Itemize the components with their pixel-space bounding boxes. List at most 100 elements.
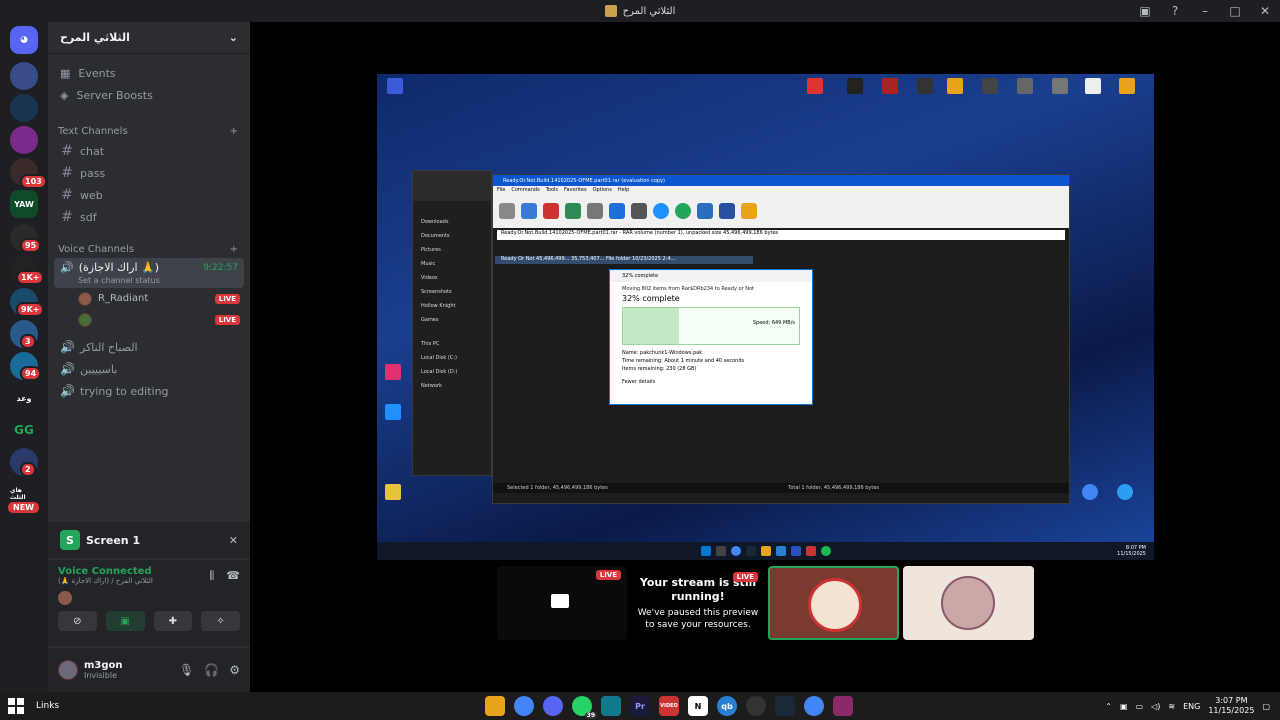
add-icon[interactable]: [499, 203, 515, 219]
file-explorer-icon[interactable]: [485, 696, 505, 716]
close-button[interactable]: ✕: [1250, 4, 1280, 18]
steam-icon[interactable]: [775, 696, 795, 716]
discord-icon[interactable]: [543, 696, 563, 716]
qbittorrent-icon[interactable]: qb: [717, 696, 737, 716]
nav-events[interactable]: ▦ Events: [48, 62, 250, 84]
avatar[interactable]: [58, 660, 78, 680]
help-icon[interactable]: ?: [1160, 4, 1190, 18]
voice-channel[interactable]: 🔊 باسيييين: [54, 358, 244, 380]
whatsapp-icon[interactable]: 39: [572, 696, 597, 719]
chrome-icon[interactable]: [804, 696, 824, 716]
explorer-item[interactable]: Network: [413, 379, 491, 393]
shared-screen[interactable]: Downloads Documents Pictures Music Video…: [377, 74, 1154, 560]
gear-icon[interactable]: ⚙: [229, 663, 240, 677]
soundboard-button[interactable]: ✧: [201, 611, 240, 631]
info-icon[interactable]: [653, 203, 669, 219]
app-icon[interactable]: [601, 696, 621, 716]
tray-app-icon[interactable]: ▣: [1120, 702, 1128, 711]
microphone-icon[interactable]: 🎙: [179, 663, 194, 677]
channel-web[interactable]: # web: [54, 184, 244, 206]
server-icon[interactable]: [10, 126, 38, 154]
network-icon[interactable]: ▭: [1136, 702, 1144, 711]
explorer-item[interactable]: Games: [413, 313, 491, 327]
minimize-button[interactable]: –: [1190, 4, 1220, 18]
maximize-button[interactable]: □: [1220, 4, 1250, 18]
inbox-icon[interactable]: ▣: [1130, 4, 1160, 18]
notion-icon[interactable]: N: [688, 696, 708, 716]
explorer-item[interactable]: Documents: [413, 229, 491, 243]
fewer-details-link[interactable]: Fewer details: [622, 379, 800, 385]
language-indicator[interactable]: ENG: [1183, 702, 1200, 711]
stream-tile-paused[interactable]: LIVE: [497, 566, 627, 640]
category-text-channels[interactable]: Text Channels +: [48, 122, 250, 140]
voice-channel[interactable]: 🔊 trying to editing: [54, 380, 244, 402]
channel-chat[interactable]: # chat: [54, 140, 244, 162]
stop-share-icon[interactable]: ✕: [229, 534, 238, 547]
voice-channel-active[interactable]: 🔊 (اراك الاجازة 🙏) 9:22:57 Set a channel s…: [54, 258, 244, 288]
voice-channel[interactable]: 🔊 الصباح الناكر: [54, 336, 244, 358]
noise-suppression-icon[interactable]: ⫼: [209, 569, 214, 583]
headphones-icon[interactable]: 🎧: [204, 663, 219, 677]
links-toolbar[interactable]: Links: [36, 701, 59, 711]
explorer-item[interactable]: Screenshots: [413, 285, 491, 299]
archive-row[interactable]: Ready Or Not 45,496,499... 35,753,407...…: [495, 256, 753, 264]
comment-icon[interactable]: [697, 203, 713, 219]
channel-status[interactable]: Set a channel status: [78, 276, 238, 285]
voice-status[interactable]: Voice Connected: [58, 566, 153, 577]
activities-button[interactable]: ✚: [153, 611, 193, 631]
explorer-item[interactable]: Videos: [413, 271, 491, 285]
explorer-item[interactable]: Music: [413, 257, 491, 271]
explorer-item[interactable]: Hollow Knight: [413, 299, 491, 313]
user-name[interactable]: m3gon: [84, 660, 123, 671]
protect-icon[interactable]: [719, 203, 735, 219]
app-icon[interactable]: [746, 696, 766, 716]
server-icon[interactable]: [10, 62, 38, 90]
sfx-icon[interactable]: [741, 203, 757, 219]
menu-item[interactable]: Tools: [546, 187, 558, 193]
explorer-item[interactable]: This PC: [413, 337, 491, 351]
server-header[interactable]: الثلاثي المرح ⌄: [48, 22, 250, 54]
server-icon[interactable]: [10, 94, 38, 122]
disconnect-icon[interactable]: ☎: [226, 569, 240, 583]
clock[interactable]: 3:07 PM 11/15/2025: [1208, 696, 1254, 716]
menu-item[interactable]: Help: [618, 187, 629, 193]
voice-user[interactable]: R_Radiant LIVE: [78, 288, 240, 309]
explorer-item[interactable]: Local Disk (D:): [413, 365, 491, 379]
voice-user[interactable]: LIVE: [78, 309, 240, 330]
server-icon[interactable]: YAW: [10, 190, 38, 218]
explorer-item[interactable]: Pictures: [413, 243, 491, 257]
wifi-icon[interactable]: ≋: [1168, 702, 1175, 711]
delete-icon[interactable]: [587, 203, 603, 219]
windows-start-icon[interactable]: [8, 698, 24, 714]
menu-item[interactable]: Options: [593, 187, 612, 193]
server-icon[interactable]: GG: [10, 416, 38, 444]
nav-server-boosts[interactable]: ◈ Server Boosts: [48, 84, 250, 106]
channel-sdf[interactable]: # sdf: [54, 206, 244, 228]
category-voice-channels[interactable]: Voice Channels +: [48, 240, 250, 258]
wizard-icon[interactable]: [631, 203, 647, 219]
video-editor-icon[interactable]: VIDEO: [659, 696, 679, 716]
winrar-icon[interactable]: [833, 696, 853, 716]
participant-tile[interactable]: [903, 566, 1034, 640]
camera-off-button[interactable]: ⊘: [58, 611, 97, 631]
menu-item[interactable]: File: [497, 187, 505, 193]
channel-pass[interactable]: # pass: [54, 162, 244, 184]
server-icon[interactable]: وعد: [10, 384, 38, 412]
participant-tile[interactable]: [768, 566, 899, 640]
add-channel-icon[interactable]: +: [230, 126, 238, 137]
chevron-up-icon[interactable]: ⌃: [1105, 702, 1112, 711]
add-channel-icon[interactable]: +: [230, 244, 238, 255]
discord-home-icon[interactable]: ◕: [10, 26, 38, 54]
view-icon[interactable]: [565, 203, 581, 219]
chrome-icon[interactable]: [514, 696, 534, 716]
archive-path[interactable]: Ready.Or.Not.Build.14102025-OFME.part01.…: [497, 230, 1065, 240]
virus-scan-icon[interactable]: [675, 203, 691, 219]
extract-icon[interactable]: [521, 203, 537, 219]
explorer-item[interactable]: Local Disk (C:): [413, 351, 491, 365]
find-icon[interactable]: [609, 203, 625, 219]
screen-share-button[interactable]: ▣: [105, 611, 145, 631]
voice-channel-path[interactable]: الثلاثي المرح / (اراك الاجازة 🙏): [58, 577, 153, 585]
volume-icon[interactable]: ◁): [1151, 702, 1160, 711]
notifications-icon[interactable]: ▢: [1262, 702, 1270, 711]
premiere-icon[interactable]: Pr: [630, 696, 650, 716]
